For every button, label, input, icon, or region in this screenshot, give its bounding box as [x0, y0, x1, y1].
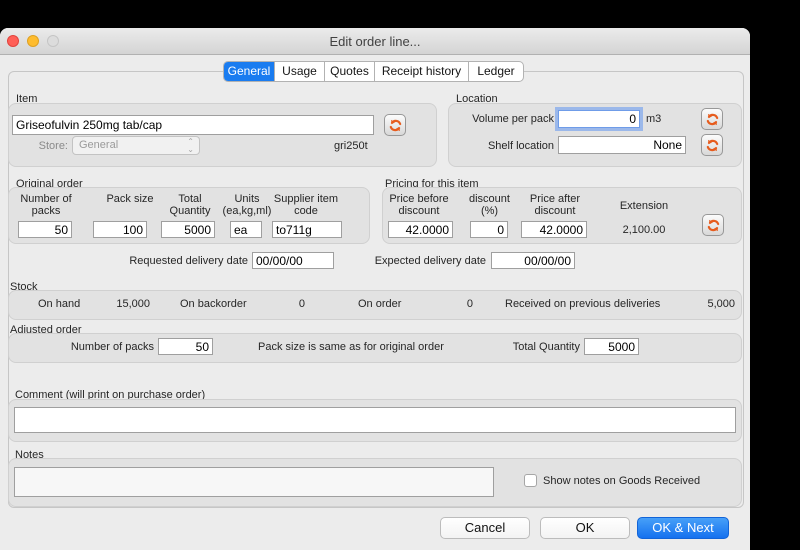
tab-receipt-history[interactable]: Receipt history: [374, 62, 468, 81]
item-section: [8, 103, 437, 167]
pricing-sync-button[interactable]: [702, 214, 724, 236]
show-notes-checkbox-label: Show notes on Goods Received: [543, 475, 701, 487]
ok-and-next-button[interactable]: OK & Next: [637, 517, 729, 539]
supplier-item-code-header: Supplier item code: [273, 193, 339, 217]
adjusted-packs-input[interactable]: [158, 338, 213, 355]
sync-icon: [707, 219, 719, 231]
on-backorder-value: 0: [298, 298, 305, 310]
received-previous-deliveries-value: 5,000: [707, 298, 735, 310]
requested-delivery-date-input[interactable]: [252, 252, 334, 269]
pack-size-header: Pack size: [106, 193, 154, 205]
on-backorder-label: On backorder: [180, 298, 247, 310]
total-quantity-header: Total Quantity: [169, 193, 211, 217]
ok-button[interactable]: OK: [540, 517, 630, 539]
pack-size-input[interactable]: [93, 221, 147, 238]
show-notes-checkbox[interactable]: [524, 474, 537, 487]
volume-per-pack-label: Volume per pack: [472, 113, 554, 125]
tab-ledger[interactable]: Ledger: [468, 62, 523, 81]
supplier-item-code-input[interactable]: [272, 221, 342, 238]
adjusted-packs-label: Number of packs: [70, 341, 154, 353]
shelf-sync-button[interactable]: [701, 134, 723, 156]
expected-delivery-date-input[interactable]: [491, 252, 575, 269]
discount-input[interactable]: [470, 221, 508, 238]
price-before-discount-input[interactable]: [388, 221, 453, 238]
edit-order-line-dialog: Edit order line... General Usage Quotes …: [0, 28, 750, 550]
price-before-discount-header: Price before discount: [389, 193, 449, 217]
tab-quotes[interactable]: Quotes: [324, 62, 374, 81]
item-name-input[interactable]: [12, 115, 374, 135]
total-quantity-input[interactable]: [161, 221, 215, 238]
store-value: General: [79, 139, 119, 151]
popup-chevrons-icon: ⌃ ⌄: [187, 137, 194, 154]
price-after-discount-header: Price after discount: [529, 193, 581, 217]
on-hand-label: On hand: [38, 298, 81, 310]
titlebar: Edit order line...: [0, 28, 750, 55]
comment-input[interactable]: [14, 407, 736, 433]
shelf-location-label: Shelf location: [487, 140, 554, 152]
number-of-packs-header: Number of packs: [20, 193, 72, 217]
discount-header: discount (%): [469, 193, 510, 217]
window-title: Edit order line...: [329, 34, 421, 49]
adjusted-quantity-label: Total Quantity: [512, 341, 580, 353]
on-order-label: On order: [358, 298, 402, 310]
sync-icon: [706, 113, 718, 125]
received-previous-deliveries-label: Received on previous deliveries: [505, 298, 661, 310]
item-code-text: gri250t: [334, 140, 368, 152]
cancel-button[interactable]: Cancel: [440, 517, 530, 539]
units-header: Units (ea,kg,ml): [222, 193, 272, 217]
sync-icon: [389, 119, 401, 131]
item-sync-button[interactable]: [384, 114, 406, 136]
price-after-discount-input[interactable]: [521, 221, 587, 238]
tab-bar: General Usage Quotes Receipt history Led…: [223, 61, 524, 82]
on-order-value: 0: [466, 298, 473, 310]
tab-usage[interactable]: Usage: [274, 62, 324, 81]
extension-header: Extension: [619, 200, 669, 212]
sync-icon: [706, 139, 718, 151]
extension-value: 2,100.00: [622, 224, 666, 236]
adjusted-quantity-input[interactable]: [584, 338, 639, 355]
volume-per-pack-input[interactable]: [558, 110, 640, 128]
volume-unit-label: m3: [646, 113, 662, 125]
notes-input[interactable]: [14, 467, 494, 497]
on-hand-value: 15,000: [116, 298, 150, 310]
expected-delivery-date-label: Expected delivery date: [374, 255, 486, 267]
tab-general[interactable]: General: [224, 62, 274, 81]
units-input[interactable]: [230, 221, 262, 238]
pack-size-note: Pack size is same as for original order: [258, 341, 444, 353]
number-of-packs-input[interactable]: [18, 221, 72, 238]
shelf-location-input[interactable]: [558, 136, 686, 154]
requested-delivery-date-label: Requested delivery date: [129, 255, 248, 267]
store-label: Store:: [38, 140, 68, 152]
volume-sync-button[interactable]: [701, 108, 723, 130]
store-popup: General ⌃ ⌄: [72, 136, 200, 155]
